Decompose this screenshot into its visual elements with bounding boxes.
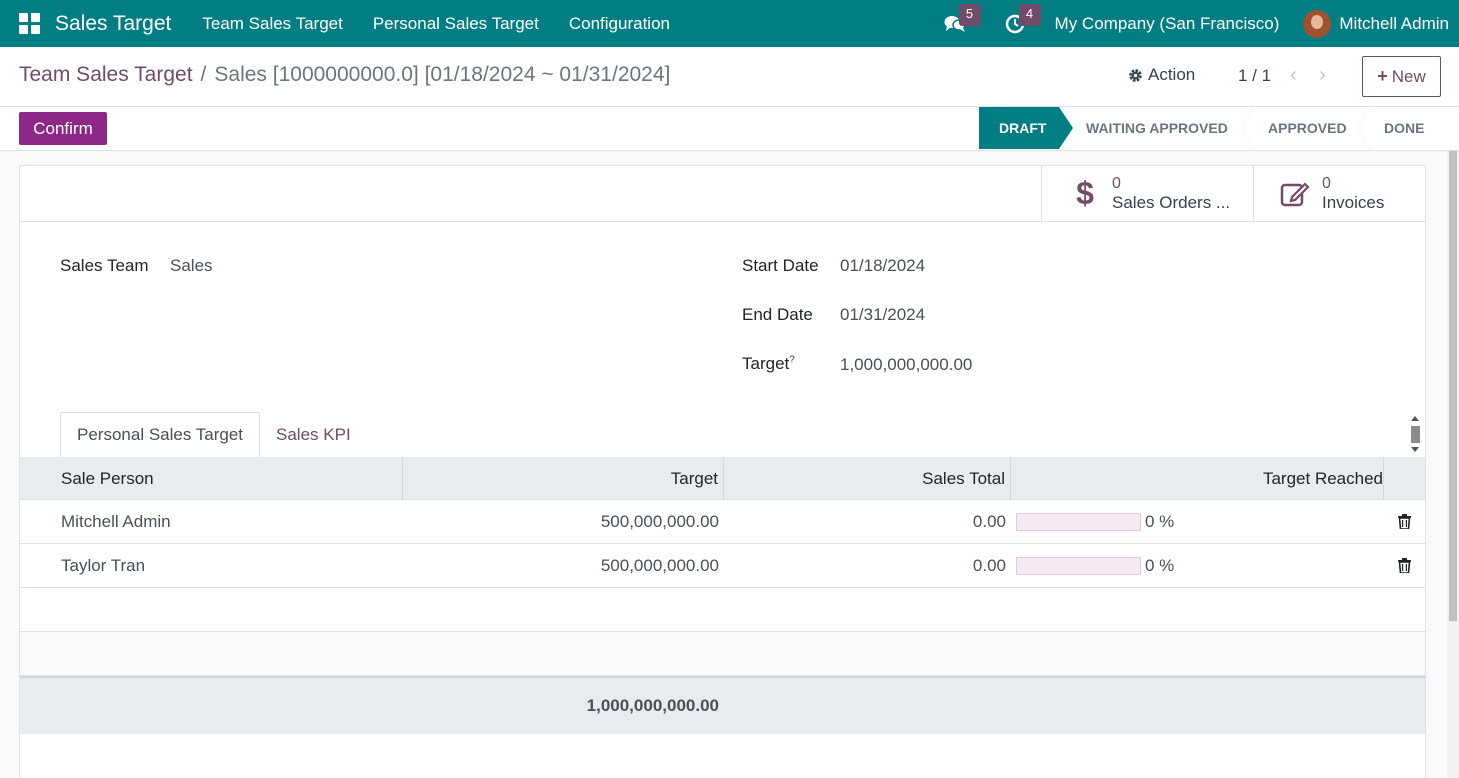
- start-date-field[interactable]: 01/18/2024: [840, 256, 925, 276]
- edit-icon: [1280, 181, 1310, 206]
- trash-icon: [1398, 558, 1411, 573]
- scroll-thumb[interactable]: [1411, 426, 1420, 443]
- tab-personal-sales-target[interactable]: Personal Sales Target: [60, 412, 261, 458]
- form-sheet: $ 0 Sales Orders ... 0 Invoices Sales Te…: [19, 165, 1426, 778]
- confirm-button[interactable]: Confirm: [19, 112, 107, 145]
- breadcrumb-parent[interactable]: Team Sales Target: [19, 63, 193, 86]
- invoices-smart-button[interactable]: 0 Invoices: [1253, 166, 1425, 221]
- breadcrumb-separator: /: [200, 63, 207, 86]
- control-panel: Team Sales Target / Sales [1000000000.0] […: [0, 47, 1459, 107]
- cell-sales-total: 0.00: [972, 555, 1006, 575]
- pager-next-icon[interactable]: ›: [1319, 64, 1326, 87]
- messages-button[interactable]: 5: [935, 0, 981, 47]
- cell-sales-total: 0.00: [972, 511, 1006, 531]
- new-button[interactable]: + New: [1362, 56, 1441, 97]
- top-navbar: Sales Target Team Sales Target Personal …: [0, 0, 1459, 47]
- activities-button[interactable]: 4: [995, 0, 1041, 47]
- user-avatar[interactable]: [1303, 9, 1332, 38]
- invoices-label: Invoices: [1322, 192, 1385, 212]
- action-button[interactable]: Action: [1128, 65, 1195, 85]
- target-progress-bar: [1016, 512, 1141, 531]
- target-field[interactable]: 1,000,000,000.00: [840, 355, 972, 375]
- cell-target-reached: 0 %: [1011, 544, 1384, 587]
- column-actions: [1384, 457, 1425, 500]
- empty-row[interactable]: [20, 632, 1425, 676]
- column-sales-total[interactable]: Sales Total: [724, 457, 1011, 500]
- target-reached-value: 0 %: [1145, 555, 1175, 575]
- trash-icon: [1398, 514, 1411, 529]
- pager-value[interactable]: 1 / 1: [1238, 66, 1271, 86]
- delete-row-button[interactable]: [1384, 500, 1425, 543]
- table-header: Sale Person Target Sales Total Target Re…: [20, 457, 1425, 500]
- sales-orders-label: Sales Orders ...: [1112, 192, 1231, 212]
- end-date-label: End Date: [742, 305, 813, 324]
- column-sale-person[interactable]: Sale Person: [20, 457, 403, 500]
- invoices-count: 0: [1322, 174, 1331, 192]
- stage-approved[interactable]: APPROVED: [1242, 107, 1358, 149]
- table-row[interactable]: Taylor Tran 500,000,000.00 0.00 0 %: [20, 544, 1425, 588]
- menu-configuration[interactable]: Configuration: [554, 14, 685, 34]
- stage-done[interactable]: DONE: [1358, 107, 1438, 149]
- new-label: New: [1391, 66, 1426, 86]
- user-menu[interactable]: Mitchell Admin: [1339, 14, 1449, 34]
- tab-sales-kpi[interactable]: Sales KPI: [260, 412, 367, 458]
- target-label: Target?: [742, 354, 795, 374]
- action-label: Action: [1148, 65, 1196, 84]
- scroll-up-icon[interactable]: [1411, 416, 1419, 421]
- stage-draft[interactable]: DRAFT: [979, 107, 1073, 149]
- menu-personal-sales-target[interactable]: Personal Sales Target: [358, 14, 554, 34]
- gear-icon: [1129, 68, 1142, 82]
- delete-row-button[interactable]: [1384, 544, 1425, 587]
- cell-sale-person[interactable]: Mitchell Admin: [20, 500, 403, 543]
- plus-icon: +: [1377, 66, 1388, 86]
- pager-previous-icon[interactable]: ‹: [1290, 64, 1297, 87]
- sales-orders-smart-button[interactable]: $ 0 Sales Orders ...: [1041, 166, 1253, 221]
- status-bar: Confirm DRAFT WAITING APPROVED APPROVED …: [0, 107, 1459, 151]
- cell-sale-person[interactable]: Taylor Tran: [20, 544, 403, 587]
- stage-waiting-approved[interactable]: WAITING APPROVED: [1059, 107, 1242, 149]
- dollar-icon: $: [1076, 175, 1094, 211]
- page-scrollbar[interactable]: [1447, 151, 1459, 778]
- app-brand[interactable]: Sales Target: [55, 12, 171, 36]
- cell-target[interactable]: 500,000,000.00: [403, 544, 724, 587]
- footer-spacer: [20, 678, 403, 721]
- stage-pipeline: DRAFT WAITING APPROVED APPROVED DONE: [979, 107, 1438, 149]
- app-grid-icon[interactable]: [19, 12, 41, 35]
- target-label-text: Target: [742, 354, 790, 373]
- breadcrumb-current: Sales [1000000000.0] [01/18/2024 ~ 01/31…: [214, 63, 671, 86]
- scroll-down-icon[interactable]: [1411, 447, 1419, 452]
- page-scrollbar-thumb[interactable]: [1449, 151, 1457, 621]
- sales-team-field[interactable]: Sales: [170, 256, 213, 276]
- cell-target-reached: 0 %: [1011, 500, 1384, 543]
- messages-badge: 5: [958, 4, 981, 26]
- column-target-reached[interactable]: Target Reached: [1011, 457, 1384, 500]
- table-row[interactable]: Mitchell Admin 500,000,000.00 0.00 0 %: [20, 500, 1425, 544]
- personal-target-table: Sale Person Target Sales Total Target Re…: [20, 457, 1425, 734]
- activities-badge: 4: [1018, 4, 1041, 26]
- target-reached-value: 0 %: [1145, 511, 1175, 531]
- start-date-label: Start Date: [742, 256, 819, 275]
- footer-total-target: 1,000,000,000.00: [586, 696, 719, 715]
- tabs-scrollbar[interactable]: [1409, 414, 1421, 454]
- target-progress-bar: [1016, 556, 1141, 575]
- sales-orders-count: 0: [1112, 174, 1121, 192]
- target-help-icon[interactable]: ?: [789, 354, 795, 365]
- menu-team-sales-target[interactable]: Team Sales Target: [187, 14, 357, 34]
- end-date-field[interactable]: 01/31/2024: [840, 305, 925, 325]
- empty-row[interactable]: [20, 588, 1425, 632]
- company-switcher[interactable]: My Company (San Francisco): [1055, 14, 1280, 34]
- sales-team-label: Sales Team: [60, 256, 149, 275]
- smart-button-box: $ 0 Sales Orders ... 0 Invoices: [20, 166, 1425, 222]
- column-target[interactable]: Target: [403, 457, 724, 500]
- cell-target[interactable]: 500,000,000.00: [403, 500, 724, 543]
- table-footer: 1,000,000,000.00: [20, 676, 1425, 734]
- notebook-tabs: Personal Sales Target Sales KPI: [60, 412, 367, 458]
- breadcrumb: Team Sales Target / Sales [1000000000.0] […: [19, 63, 670, 87]
